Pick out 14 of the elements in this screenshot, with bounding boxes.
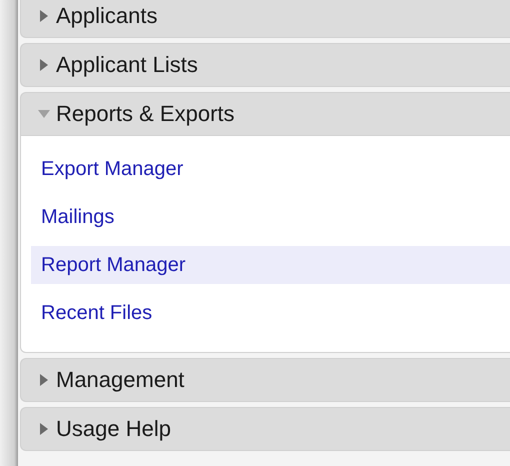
section-header[interactable]: Applicants — [20, 0, 510, 38]
section-header[interactable]: Management — [20, 358, 510, 402]
menu-link[interactable]: Report Manager — [31, 246, 510, 284]
menu-link[interactable]: Mailings — [31, 198, 510, 236]
triangle-right-icon — [38, 423, 50, 435]
section-header[interactable]: Applicant Lists — [20, 43, 510, 87]
triangle-right-icon — [38, 59, 50, 71]
menu-link[interactable]: Export Manager — [31, 150, 510, 188]
triangle-down-icon — [38, 108, 50, 120]
menu-link[interactable]: Recent Files — [31, 294, 510, 332]
section-header[interactable]: Usage Help — [20, 407, 510, 451]
triangle-right-icon — [38, 10, 50, 22]
triangle-right-icon — [38, 374, 50, 386]
section-header[interactable]: Reports & Exports — [20, 92, 510, 136]
